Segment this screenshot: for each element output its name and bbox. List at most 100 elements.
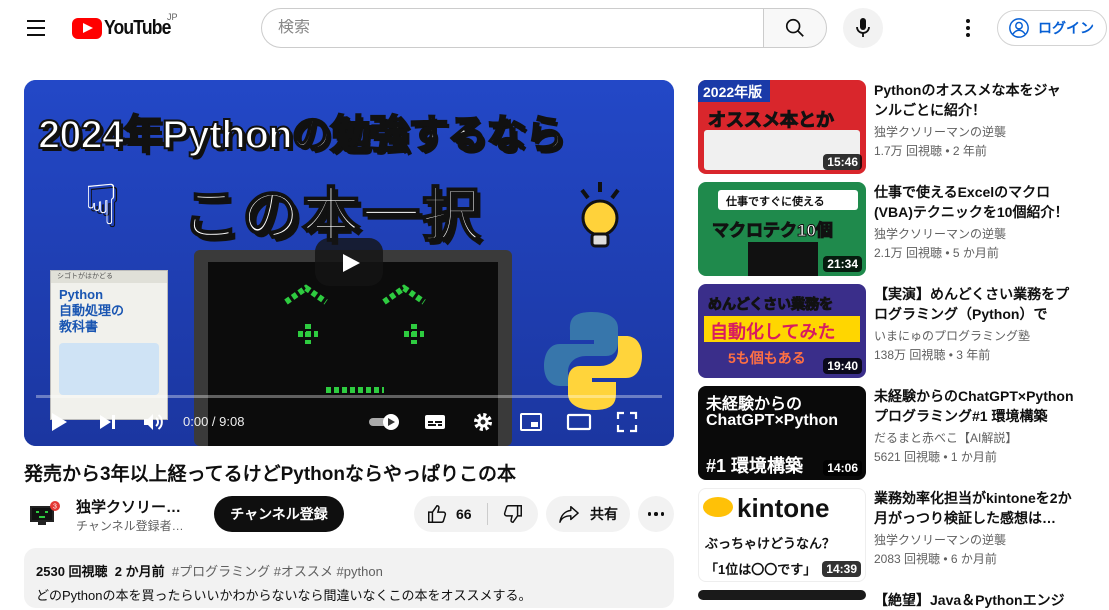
related-video-title[interactable]: 仕事で使えるExcelのマクロ(VBA)テクニックを10個紹介！ <box>874 182 1074 222</box>
thumbs-down-icon <box>503 505 522 523</box>
related-video-meta: 138万 回視聴 • 3 年前 <box>874 348 991 362</box>
svg-text:3: 3 <box>53 504 57 511</box>
related-video-item[interactable]: 2022年版 オススメ本とか 15:46 Pythonのオススメな本をジャンルご… <box>698 80 1109 174</box>
book-illustration <box>59 343 159 395</box>
volume-icon <box>144 414 163 430</box>
search-box <box>261 8 764 48</box>
video-title: 発売から3年以上経ってるけどPythonならやっぱりこの本 <box>24 464 517 485</box>
subscribe-button[interactable]: チャンネル登録 <box>214 496 344 532</box>
related-video-title[interactable]: Pythonのオススメな本をジャンルごとに紹介！ <box>874 80 1074 120</box>
related-video-item[interactable]: 仕事ですぐに使える マクロテク10個 21:34 仕事で使えるExcelのマクロ… <box>698 182 1109 276</box>
video-player[interactable]: 2024年Pythonの勉強するなら ☟ この本一択 シゴトがはかどる Pyth… <box>24 80 674 446</box>
youtube-logo[interactable]: YouTube <box>72 15 180 41</box>
channel-subscribers: チャンネル登録者… <box>76 519 184 533</box>
thumb-text: 未経験からの <box>706 396 803 413</box>
voice-search-button[interactable] <box>843 8 883 48</box>
thumbs-up-icon <box>428 505 447 523</box>
like-button[interactable]: 66 <box>414 496 487 532</box>
video-thumbnail[interactable] <box>698 590 866 600</box>
like-dislike-group: 66 <box>414 496 538 532</box>
menu-icon[interactable] <box>20 12 52 44</box>
channel-avatar[interactable]: 3 <box>28 498 60 530</box>
video-duration: 19:40 <box>823 358 862 374</box>
next-icon <box>100 415 115 429</box>
video-duration: 14:39 <box>822 561 861 577</box>
volume-button[interactable] <box>138 408 168 436</box>
related-video-title[interactable]: 業務効率化担当がkintoneを2か月がっつり検証した感想は… <box>874 488 1074 528</box>
autoplay-toggle[interactable] <box>366 408 404 436</box>
video-duration: 21:34 <box>823 256 862 272</box>
related-video-channel[interactable]: いまにゅのプログラミング塾 <box>874 327 1030 344</box>
thumb-text-3: 「1位は〇〇です」 <box>705 562 817 577</box>
video-thumbnail[interactable]: めんどくさい業務を 自動化してみた 5も個もある 19:40 <box>698 284 866 378</box>
gear-icon <box>474 413 492 431</box>
youtube-play-icon <box>72 17 102 39</box>
thumb-monitor <box>748 242 818 276</box>
related-video-title[interactable]: 【絶望】Java＆Pythonエンジニ… <box>874 590 1074 610</box>
account-icon <box>1009 18 1029 38</box>
player-controls: 0:00 / 9:08 <box>24 400 674 446</box>
thumb-text: めんどくさい業務を <box>707 296 834 313</box>
more-actions-button[interactable] <box>638 496 674 532</box>
play-button[interactable] <box>44 408 74 436</box>
book-title: Python 自動処理の 教科書 <box>59 287 125 334</box>
related-video-item[interactable]: 【絶望】Java＆Pythonエンジニ… <box>698 590 1109 608</box>
video-duration: 14:06 <box>823 460 862 476</box>
channel-avatar-icon: 3 <box>30 501 60 525</box>
thumb-text-3: #1 環境構築 <box>706 456 804 476</box>
fullscreen-icon <box>616 411 638 433</box>
share-button[interactable]: 共有 <box>546 496 630 532</box>
pointing-hand-icon: ☟ <box>84 173 119 236</box>
logo-region: JP <box>167 12 178 22</box>
search-button[interactable] <box>763 8 827 48</box>
search-icon <box>785 18 804 37</box>
thumb-text: 仕事ですぐに使える <box>726 196 825 208</box>
related-video-channel[interactable]: 独学クソリーマンの逆襲 <box>874 123 1006 140</box>
thumb-text-2: オススメ本とか <box>708 110 835 131</box>
related-video-item[interactable]: 未経験からの ChatGPT×Python #1 環境構築 14:06 未経験か… <box>698 386 1109 480</box>
video-duration: 15:46 <box>823 154 862 170</box>
upload-age: 2 か月前 <box>114 564 165 579</box>
view-count: 2530 回視聴 <box>36 564 108 579</box>
time-display: 0:00 / 9:08 <box>183 414 245 429</box>
video-thumbnail[interactable]: 未経験からの ChatGPT×Python #1 環境構築 14:06 <box>698 386 866 480</box>
thumb-text-2: 自動化してみた <box>710 322 836 342</box>
search-input[interactable] <box>278 19 764 37</box>
next-button[interactable] <box>92 408 122 436</box>
book-header: シゴトがはかどる <box>51 271 167 283</box>
microphone-icon <box>856 18 870 37</box>
related-video-channel[interactable]: だるまと赤べこ【AI解説】 <box>874 429 1017 446</box>
lightbulb-icon <box>580 182 620 248</box>
video-thumbnail[interactable]: kintone ぶっちゃけどうなん？ 「1位は〇〇です」 14:39 <box>698 488 866 582</box>
related-video-title[interactable]: 未経験からのChatGPT×Pythonプログラミング#1 環境構築と… <box>874 386 1074 426</box>
description-box[interactable]: 2530 回視聴 2 か月前 #プログラミング #オススメ #python どの… <box>24 548 674 608</box>
channel-name[interactable]: 独学クソリー… <box>76 496 181 517</box>
login-button[interactable]: ログイン <box>997 10 1107 46</box>
dislike-button[interactable] <box>488 496 538 532</box>
python-logo-icon <box>544 312 642 410</box>
related-video-meta: 1.7万 回視聴 • 2 年前 <box>874 144 987 158</box>
hashtags[interactable]: #プログラミング #オススメ #python <box>172 564 383 579</box>
miniplayer-button[interactable] <box>516 408 546 436</box>
related-video-item[interactable]: めんどくさい業務を 自動化してみた 5も個もある 19:40 【実演】めんどくさ… <box>698 284 1109 378</box>
related-video-item[interactable]: kintone ぶっちゃけどうなん？ 「1位は〇〇です」 14:39 業務効率化… <box>698 488 1109 582</box>
progress-bar[interactable] <box>36 395 662 398</box>
big-play-button[interactable] <box>315 238 383 286</box>
settings-more-icon[interactable] <box>956 12 980 44</box>
settings-button[interactable] <box>468 408 498 436</box>
kintone-logo-icon <box>703 497 733 517</box>
play-icon <box>52 413 67 431</box>
fullscreen-button[interactable] <box>612 408 642 436</box>
related-video-meta: 2083 回視聴 • 6 か月前 <box>874 552 997 566</box>
like-count: 66 <box>456 506 472 522</box>
thumb-text: 2022年版 <box>703 84 763 100</box>
related-video-channel[interactable]: 独学クソリーマンの逆襲 <box>874 225 1006 242</box>
video-thumbnail[interactable]: 2022年版 オススメ本とか 15:46 <box>698 80 866 174</box>
related-video-title[interactable]: 【実演】めんどくさい業務をプログラミング（Python）で自… <box>874 284 1074 324</box>
related-video-meta: 2.1万 回視聴 • 5 か月前 <box>874 246 999 260</box>
miniplayer-icon <box>520 413 542 431</box>
subtitles-button[interactable] <box>420 408 450 436</box>
video-thumbnail[interactable]: 仕事ですぐに使える マクロテク10個 21:34 <box>698 182 866 276</box>
related-video-channel[interactable]: 独学クソリーマンの逆襲 <box>874 531 1006 548</box>
theater-mode-button[interactable] <box>564 408 594 436</box>
